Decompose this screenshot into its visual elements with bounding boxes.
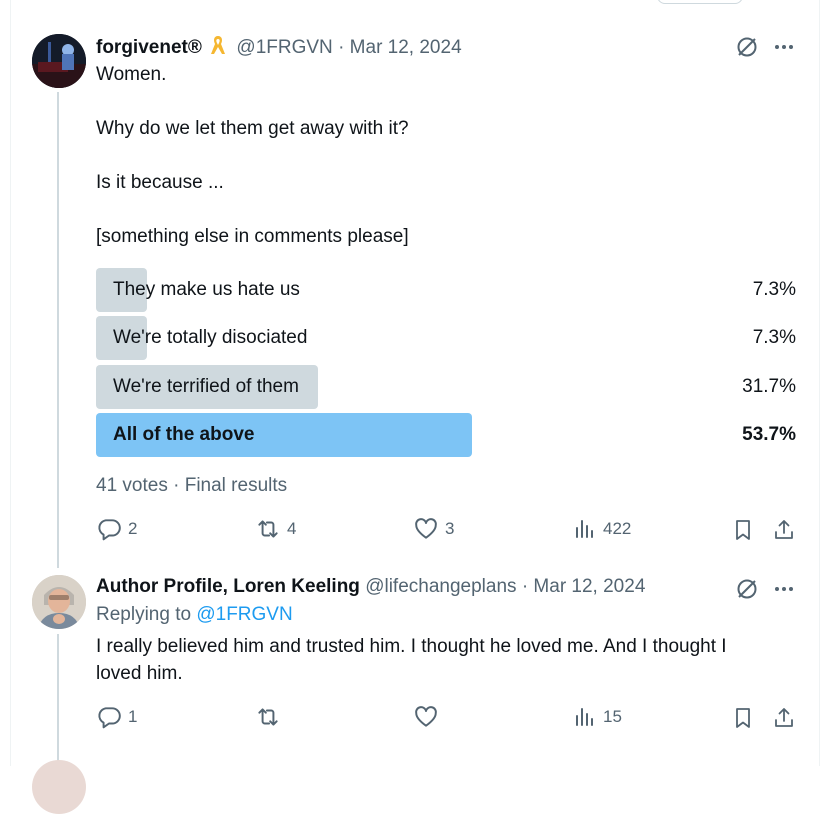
post-header: forgivenet® @1FRGVN · Mar 12, 2024	[96, 34, 462, 62]
thread-line	[57, 92, 59, 568]
replying-to-handle[interactable]: @1FRGVN	[196, 604, 292, 625]
post-text-line: Why do we let them get away with it?	[96, 118, 409, 139]
post-date[interactable]: Mar 12, 2024	[350, 37, 462, 58]
poll-option-percent: 7.3%	[752, 279, 796, 300]
like-icon	[415, 518, 437, 539]
author-name[interactable]: forgivenet®	[96, 37, 202, 58]
avatar-image	[32, 575, 86, 629]
author-handle[interactable]: @lifechangeplans	[365, 576, 516, 597]
replying-to: Replying to @1FRGVN	[96, 604, 293, 626]
more-icon	[775, 587, 793, 591]
repost-icon	[258, 520, 278, 538]
show-more-pill[interactable]	[657, 0, 743, 4]
more-button[interactable]	[770, 575, 798, 603]
views-button[interactable]: 422	[573, 516, 631, 542]
reply-icon	[98, 519, 121, 541]
views-icon	[576, 708, 593, 726]
post-date[interactable]: Mar 12, 2024	[533, 576, 645, 597]
poll-summary: 41 votes · Final results	[96, 475, 288, 496]
poll-option[interactable]: They make us hate us 7.3%	[96, 268, 796, 312]
next-avatar-peek	[32, 760, 86, 814]
post-text-line: Is it because ...	[96, 172, 224, 193]
avatar[interactable]	[32, 34, 86, 88]
views-count: 422	[603, 519, 632, 538]
separator: ·	[338, 37, 345, 58]
repost-button[interactable]: 4	[255, 516, 296, 542]
grok-button[interactable]	[733, 575, 761, 603]
reply-icon	[98, 707, 121, 729]
post-text-line: [something else in comments please]	[96, 226, 409, 247]
repost-button[interactable]	[255, 704, 281, 730]
thread-line-lower	[57, 634, 59, 766]
ribbon-badge-icon	[209, 34, 227, 62]
poll-option-label: They make us hate us	[113, 279, 300, 300]
poll-option-percent: 7.3%	[752, 327, 796, 348]
like-button[interactable]	[413, 704, 439, 730]
poll-option-label: We're terrified of them	[113, 376, 299, 397]
author-name[interactable]: Author Profile, Loren Keeling	[96, 576, 360, 597]
reply-button[interactable]: 2	[96, 516, 137, 542]
poll-option-winner[interactable]: All of the above 53.7%	[96, 413, 796, 457]
more-button[interactable]	[770, 33, 798, 61]
views-count: 15	[603, 707, 622, 726]
grok-icon	[737, 37, 757, 57]
share-button[interactable]	[770, 516, 798, 544]
reply-header: Author Profile, Loren Keeling @lifechang…	[96, 576, 645, 598]
grok-button[interactable]	[733, 33, 761, 61]
replying-to-label: Replying to	[96, 604, 192, 625]
share-button[interactable]	[770, 704, 798, 732]
views-button[interactable]: 15	[573, 704, 622, 730]
bookmark-icon	[736, 708, 750, 728]
poll-option-percent: 31.7%	[742, 376, 796, 397]
reply-text-line: I really believed him and trusted him. I…	[96, 636, 727, 657]
poll-option-label: All of the above	[113, 424, 255, 445]
reply-button[interactable]: 1	[96, 704, 137, 730]
like-icon	[415, 706, 437, 727]
repost-icon	[258, 708, 278, 726]
avatar-image	[32, 34, 86, 88]
poll-option[interactable]: We're totally disociated 7.3%	[96, 316, 796, 360]
repost-count: 4	[287, 519, 297, 538]
post-text-line: Women.	[96, 64, 167, 85]
share-icon	[775, 708, 793, 727]
more-icon	[775, 45, 793, 49]
views-icon	[576, 520, 593, 538]
author-handle[interactable]: @1FRGVN	[236, 37, 332, 58]
grok-icon	[737, 579, 757, 599]
poll-option-percent: 53.7%	[742, 424, 796, 445]
separator: ·	[521, 576, 529, 597]
bookmark-button[interactable]	[729, 516, 757, 544]
bookmark-icon	[736, 520, 750, 540]
reply-text-line: loved him.	[96, 663, 183, 684]
poll-option[interactable]: We're terrified of them 31.7%	[96, 365, 796, 409]
poll-option-label: We're totally disociated	[113, 327, 308, 348]
bookmark-button[interactable]	[729, 704, 757, 732]
like-button[interactable]: 3	[413, 516, 454, 542]
reply-count: 1	[128, 707, 138, 726]
like-count: 3	[445, 519, 455, 538]
avatar[interactable]	[32, 575, 86, 629]
reply-count: 2	[128, 519, 138, 538]
share-icon	[775, 520, 793, 539]
